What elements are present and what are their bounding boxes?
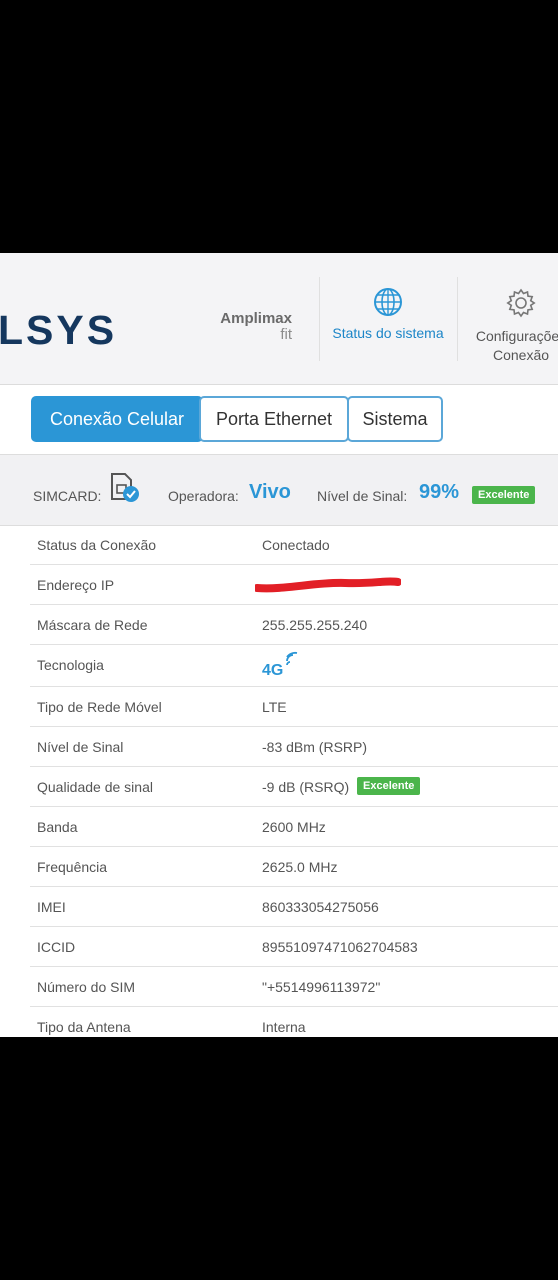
row-value: LTE (262, 699, 287, 715)
nav-config-label-1: Configurações (475, 328, 558, 344)
product-name-line1: Amplimax (220, 310, 292, 327)
table-row: Tipo de Rede Móvel LTE (30, 687, 558, 727)
router-admin-page: LSYS Amplimax fit Status do sistema Conf… (0, 253, 558, 1037)
signal-waves-icon (286, 651, 298, 666)
table-row: IMEI 860333054275056 (30, 887, 558, 927)
table-row: Nível de Sinal -83 dBm (RSRP) (30, 727, 558, 767)
table-row: Frequência 2625.0 MHz (30, 847, 558, 887)
signal-label: Nível de Sinal: (317, 488, 408, 504)
row-value: -9 dB (RSRQ) (262, 779, 350, 795)
row-key: Tipo de Rede Móvel (37, 699, 162, 715)
row-key: IMEI (37, 899, 66, 915)
table-row: Máscara de Rede 255.255.255.240 (30, 605, 558, 645)
signal-quality-badge: Excelente (472, 486, 536, 504)
connection-info-table: Status da Conexão Conectado Endereço IP … (30, 525, 558, 1037)
nav-configuracoes-conexao[interactable]: Configurações Conexão (466, 287, 558, 365)
tab-porta-ethernet[interactable]: Porta Ethernet (199, 396, 349, 442)
sim-status-bar: SIMCARD: Operadora: Vivo Nível de Sinal:… (0, 454, 558, 526)
operator-value: Vivo (249, 481, 291, 503)
table-row: Tecnologia 4G (30, 645, 558, 687)
table-row: Número do SIM "+5514996113972" (30, 967, 558, 1007)
table-row: ICCID 89551097471062704583 (30, 927, 558, 967)
row-value: 255.255.255.240 (262, 617, 368, 633)
gear-icon (506, 288, 536, 318)
product-name-line2: fit (280, 326, 292, 343)
row-key: Frequência (37, 859, 108, 875)
table-row: Qualidade de sinal -9 dB (RSRQ) Excelent… (30, 767, 558, 807)
header-divider (457, 277, 458, 361)
row-value: -83 dBm (RSRP) (262, 739, 368, 755)
table-row: Status da Conexão Conectado (30, 525, 558, 565)
operator-label: Operadora: (168, 488, 239, 504)
nav-config-label-2: Conexão (492, 347, 550, 363)
tab-sistema[interactable]: Sistema (347, 396, 443, 442)
tab-conexao-celular[interactable]: Conexão Celular (31, 396, 203, 442)
table-row: Endereço IP (30, 565, 558, 605)
row-key: Máscara de Rede (37, 617, 148, 633)
signal-percent: 99% (419, 481, 460, 503)
brand-logo: LSYS (0, 307, 118, 353)
top-header: LSYS Amplimax fit Status do sistema Conf… (0, 253, 558, 385)
globe-icon (374, 288, 402, 316)
table-row: Banda 2600 MHz (30, 807, 558, 847)
row-value: "+5514996113972" (262, 979, 381, 995)
row-value: 860333054275056 (262, 899, 379, 915)
row-value: 89551097471062704583 (262, 939, 418, 955)
nav-status-label: Status do sistema (332, 325, 444, 341)
row-key: Status da Conexão (37, 537, 157, 553)
table-row: Tipo da Antena Interna (30, 1007, 558, 1037)
row-key: Endereço IP (37, 577, 115, 593)
row-value: 2600 MHz (262, 819, 326, 835)
row-key: Qualidade de sinal (37, 779, 153, 795)
row-key: Tecnologia (37, 657, 104, 673)
redaction-mark (255, 577, 401, 593)
header-divider (319, 277, 320, 361)
row-key: ICCID (37, 939, 76, 955)
technology-4g-icon: 4G (262, 651, 303, 679)
row-value: 2625.0 MHz (262, 859, 338, 875)
row-key: Banda (37, 819, 78, 835)
signal-quality-badge: Excelente (357, 777, 421, 795)
row-key: Nível de Sinal (37, 739, 124, 755)
product-name: Amplimax fit (212, 311, 292, 343)
simcard-label: SIMCARD: (33, 488, 102, 504)
row-value: Conectado (262, 537, 330, 553)
row-value: Interna (262, 1019, 306, 1035)
simcard-check-icon (111, 473, 139, 502)
nav-status-do-sistema[interactable]: Status do sistema (328, 287, 448, 341)
row-key: Tipo da Antena (37, 1019, 131, 1035)
row-key: Número do SIM (37, 979, 136, 995)
